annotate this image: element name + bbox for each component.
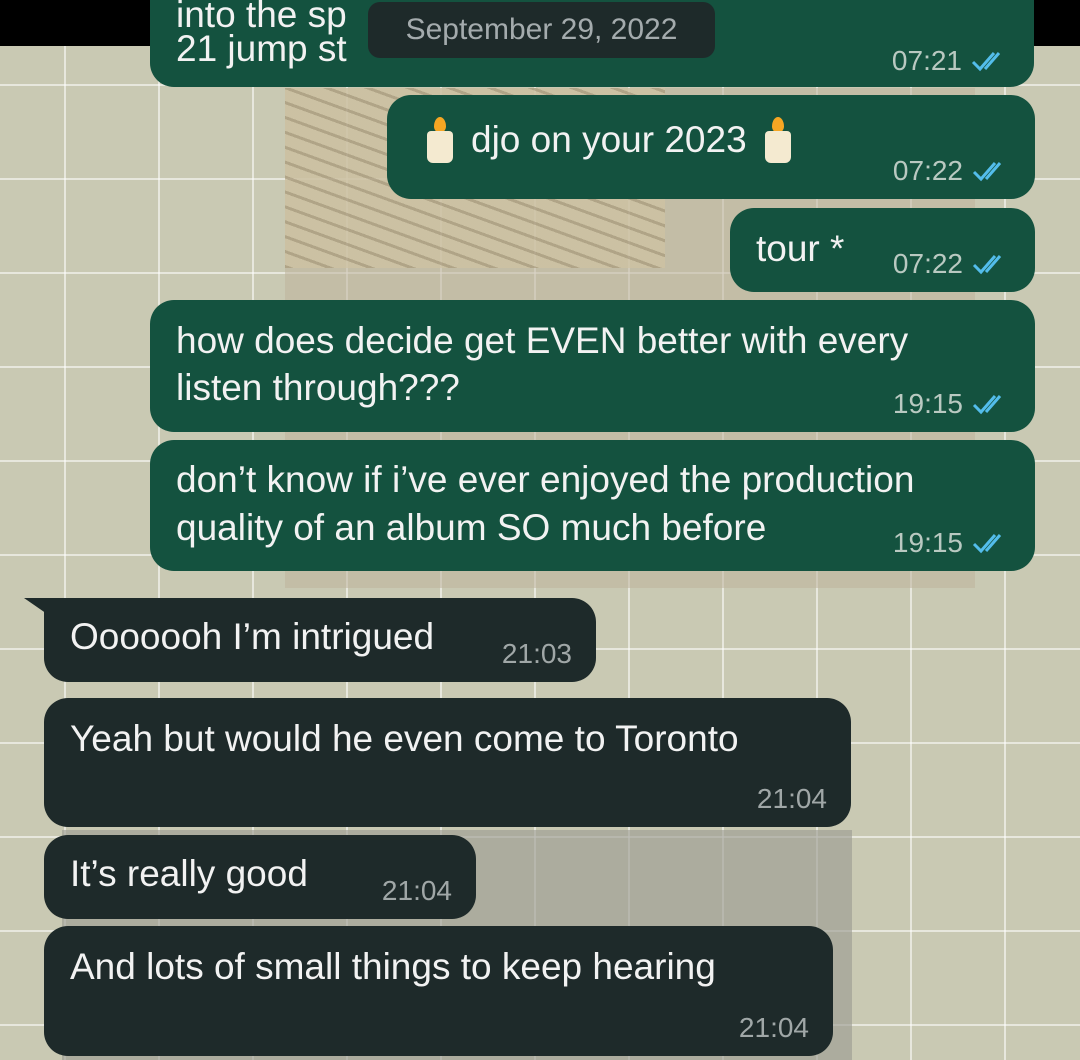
message-bubble-incoming[interactable]: And lots of small things to keep hearing… xyxy=(44,926,833,1056)
date-divider: September 29, 2022 xyxy=(368,2,715,58)
message-text-line: don’t know if i’ve ever enjoyed the prod… xyxy=(176,459,915,500)
candle-icon xyxy=(423,116,457,163)
message-bubble-outgoing[interactable]: how does decide get EVEN better with eve… xyxy=(150,300,1035,432)
message-text-line: tour * xyxy=(756,228,845,269)
message-time: 19:15 xyxy=(892,388,963,419)
message-meta: 21:04 xyxy=(757,783,827,815)
message-time: 21:04 xyxy=(756,783,827,814)
message-meta: 21:04 xyxy=(739,1012,809,1044)
message-bubble-incoming[interactable]: It’s really good 21:04 xyxy=(44,835,476,919)
message-text-line: It’s really good xyxy=(70,853,308,894)
message-bubble-outgoing[interactable]: djo on your 2023 07:22 xyxy=(387,95,1035,199)
message-time: 07:22 xyxy=(892,155,963,186)
message-text-line: how does decide get EVEN better with eve… xyxy=(176,320,909,361)
message-text-line: quality of an album SO much before xyxy=(176,507,767,548)
message-bubble-incoming[interactable]: Ooooooh I’m intrigued 21:03 xyxy=(44,598,596,682)
message-text-line: listen through??? xyxy=(176,367,460,408)
double-check-icon xyxy=(972,162,1002,182)
message-text-line: And lots of small things to keep hearing xyxy=(70,946,716,987)
message-meta: 19:15 xyxy=(893,388,1011,420)
candle-icon xyxy=(761,116,795,163)
message-time: 07:21 xyxy=(891,45,962,76)
message-text-line: Yeah but would he even come to Toronto xyxy=(70,718,739,759)
message-meta: 07:22 xyxy=(893,155,1011,187)
message-meta: 19:15 xyxy=(893,527,1011,559)
message-meta: 21:04 xyxy=(382,875,452,907)
double-check-icon xyxy=(972,534,1002,554)
message-meta: 21:03 xyxy=(502,638,572,670)
message-time: 21:03 xyxy=(501,638,572,669)
message-text: djo on your 2023 xyxy=(423,115,795,164)
double-check-icon xyxy=(972,255,1002,275)
message-time: 21:04 xyxy=(381,875,452,906)
message-bubble-outgoing[interactable]: tour * 07:22 xyxy=(730,208,1035,292)
message-text-line: 21 jump st xyxy=(176,28,347,69)
message-text-line: djo on your 2023 xyxy=(471,119,747,160)
message-meta: 07:21 xyxy=(892,45,1010,77)
message-bubble-incoming[interactable]: Yeah but would he even come to Toronto 2… xyxy=(44,698,851,827)
double-check-icon xyxy=(972,395,1002,415)
message-time: 21:04 xyxy=(738,1012,809,1043)
message-time: 19:15 xyxy=(892,527,963,558)
message-bubble-outgoing[interactable]: don’t know if i’ve ever enjoyed the prod… xyxy=(150,440,1035,571)
message-time: 07:22 xyxy=(892,248,963,279)
double-check-icon xyxy=(971,52,1001,72)
message-text-line: Ooooooh I’m intrigued xyxy=(70,616,435,657)
message-meta: 07:22 xyxy=(893,248,1011,280)
